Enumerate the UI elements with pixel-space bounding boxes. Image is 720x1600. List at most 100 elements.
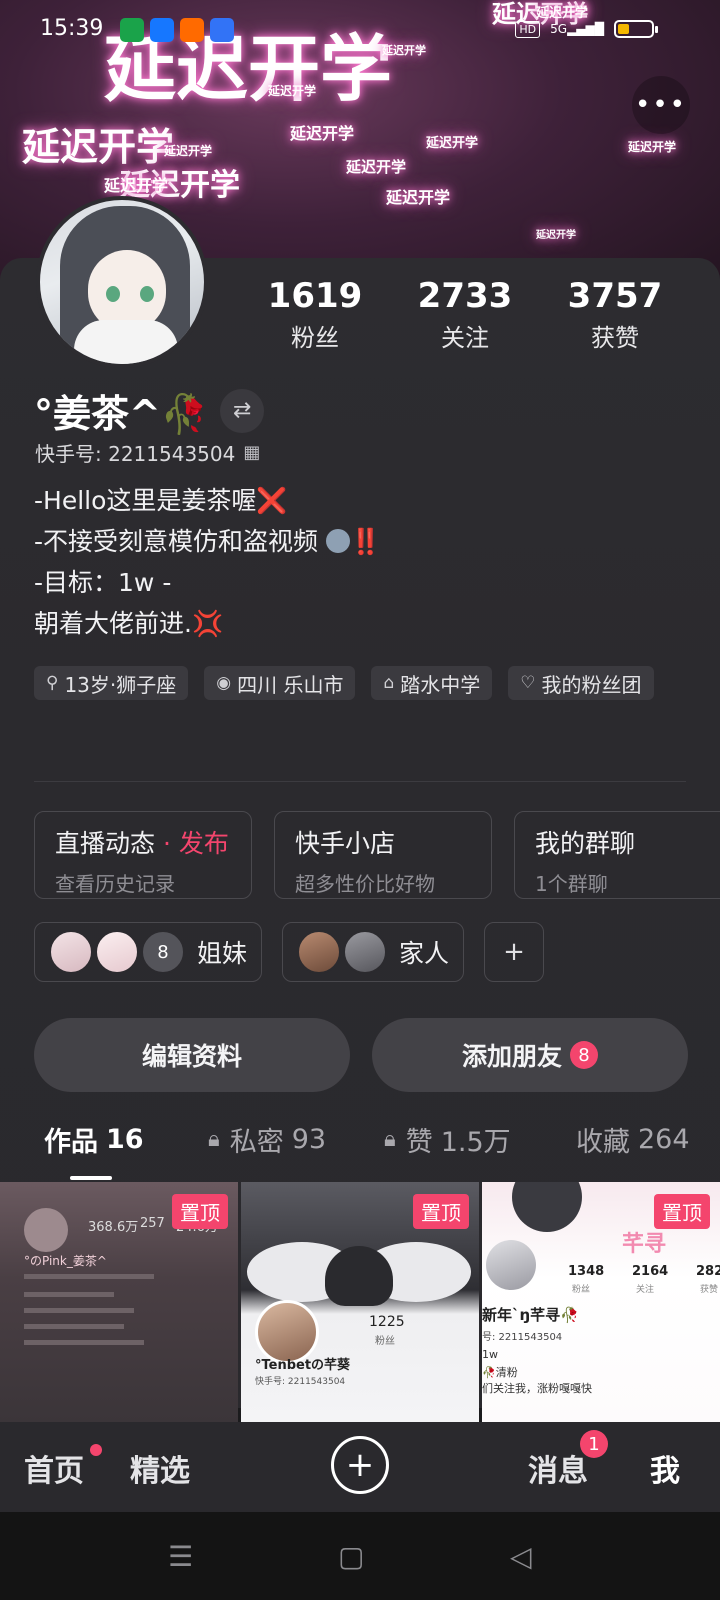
double-exclamation-icon: ‼️	[349, 527, 382, 556]
stat-likes[interactable]: 3757 获赞	[540, 276, 690, 353]
nav-featured[interactable]: 精选	[130, 1446, 190, 1490]
tab-liked[interactable]: 🔒︎ 赞 1.5万	[384, 1120, 511, 1159]
edit-profile-button[interactable]: 编辑资料	[34, 1018, 350, 1092]
alipay-icon	[150, 18, 174, 42]
name-row: °姜茶^🥀 ⇄	[34, 383, 265, 438]
feature-title: 直播动态	[55, 829, 156, 858]
friend-request-badge: 8	[570, 1041, 598, 1069]
banner-text: 延迟开学	[426, 136, 479, 151]
group-chat-card[interactable]: 我的群聊 1个群聊	[514, 811, 720, 899]
location-pin-icon: ◉	[216, 673, 232, 693]
profile-name: °姜茶^🥀	[34, 392, 209, 436]
status-bar: 15:39 HD 5G▂▄▆█	[0, 0, 720, 64]
fan-club-icon: ♡	[520, 673, 536, 693]
tab-private[interactable]: 🔒︎ 私密 93	[208, 1120, 326, 1159]
stat-value: 2733	[417, 276, 513, 316]
feature-title: 我的群聊	[535, 829, 636, 858]
anger-emoji-icon: 💢	[191, 609, 224, 638]
switch-account-icon[interactable]: ⇄	[220, 388, 265, 433]
live-moments-card[interactable]: 直播动态 · 发布 查看历史记录	[34, 811, 252, 899]
kuaishou-icon	[180, 18, 204, 42]
app-notification-icon	[120, 18, 144, 42]
avatar	[95, 930, 139, 974]
avatar[interactable]	[36, 196, 208, 368]
pinned-badge: 置顶	[413, 1194, 469, 1229]
video-thumbnail[interactable]: 368.6万 257 24.6万 °のPink_姜茶^ 置顶	[0, 1182, 238, 1422]
tab-favorites[interactable]: 收藏 264	[576, 1120, 690, 1159]
kuaishou-id: 快手号: 2211543504	[35, 442, 236, 466]
video-thumbnail[interactable]: 芊寻 1348 2164 282 粉丝 关注 获赞 新年`ŋ芊寻🥀 号: 221…	[482, 1182, 720, 1422]
bio-line: -不接受刻意模仿和盗视频 ‼️	[34, 527, 382, 556]
avatar	[343, 930, 387, 974]
content-tabs: 作品 16 🔒︎ 私密 93 🔒︎ 赞 1.5万 收藏 264	[0, 1120, 720, 1180]
stat-label: 粉丝	[291, 324, 339, 352]
stat-value: 1619	[267, 276, 363, 316]
pinned-badge: 置顶	[172, 1194, 228, 1229]
banner-text: 延迟开学	[536, 230, 576, 241]
banner-text: 延迟开学	[346, 158, 407, 176]
avatar-eye	[140, 286, 154, 302]
tag-location[interactable]: ◉ 四川 乐山市	[204, 666, 356, 700]
system-status: HD 5G▂▄▆█	[515, 20, 658, 38]
avatar-eye	[106, 286, 120, 302]
home-notification-dot	[90, 1444, 102, 1456]
avatar: 8	[141, 930, 185, 974]
battery-icon	[614, 20, 658, 38]
avatar-body	[74, 320, 178, 364]
baidu-icon	[210, 18, 234, 42]
stat-fans[interactable]: 1619 粉丝	[240, 276, 390, 353]
search-icon: ⚲	[46, 673, 59, 693]
cross-emoji-icon: ❌	[256, 486, 288, 515]
profile-bio: -Hello这里是姜茶喔❌ -不接受刻意模仿和盗视频 ‼️ -目标：1w - 朝…	[34, 480, 381, 644]
menu-icon[interactable]: ☰	[168, 1540, 193, 1573]
banner-text: 延迟开学	[164, 144, 213, 158]
stat-label: 关注	[441, 324, 489, 352]
pinned-badge: 置顶	[654, 1194, 710, 1229]
notification-icons	[120, 18, 234, 42]
nav-home[interactable]: 首页	[24, 1446, 84, 1490]
profile-tags: ⚲ 13岁·狮子座 ◉ 四川 乐山市 ⌂ 踏水中学 ♡ 我的粉丝团	[34, 666, 694, 700]
bio-line: -目标：1w -	[34, 568, 172, 597]
add-friend-button[interactable]: 添加朋友 8	[372, 1018, 688, 1092]
signal-icon: 5G▂▄▆█	[550, 22, 604, 36]
kuaishou-shop-card[interactable]: 快手小店 超多性价比好物	[274, 811, 492, 899]
add-group-button[interactable]: +	[484, 922, 544, 982]
banner-text: 延迟开学	[268, 84, 317, 98]
publish-link[interactable]: · 发布	[155, 829, 229, 858]
banner-text: 延迟开学	[104, 176, 169, 195]
group-label: 家人	[399, 939, 450, 968]
thumb-character	[512, 1182, 582, 1232]
back-icon[interactable]: ◁	[510, 1540, 532, 1573]
lock-icon: 🔒︎	[208, 1127, 220, 1152]
tab-works[interactable]: 作品 16	[44, 1120, 144, 1159]
battery-level	[618, 24, 629, 34]
avatar	[297, 930, 341, 974]
nav-messages[interactable]: 消息	[528, 1446, 588, 1490]
kuromi-graphic	[325, 1246, 393, 1306]
friend-groups: 8 姐妹 家人 +	[34, 922, 544, 982]
group-family[interactable]: 家人	[282, 922, 464, 982]
graduation-cap-icon: ⌂	[383, 673, 395, 693]
create-button[interactable]: +	[331, 1436, 389, 1494]
active-tab-indicator	[70, 1176, 112, 1180]
bio-line: -Hello这里是姜茶喔❌	[34, 486, 288, 515]
moon-face-emoji-icon	[325, 529, 350, 553]
kuaishou-id-row[interactable]: 快手号: 2211543504 ▦	[35, 438, 260, 467]
tag-fan-club[interactable]: ♡ 我的粉丝团	[508, 666, 654, 700]
video-thumbnail[interactable]: 1225 粉丝 °Tenbetの芊葵 快手号: 2211543504 置顶	[241, 1182, 479, 1422]
tag-age[interactable]: ⚲ 13岁·狮子座	[34, 666, 189, 700]
feature-subtitle: 查看历史记录	[55, 872, 175, 896]
bottom-navigation: 首页 精选 + 消息 1 我	[0, 1422, 720, 1512]
group-label: 姐妹	[197, 939, 248, 968]
nav-me[interactable]: 我	[650, 1446, 680, 1490]
more-options-button[interactable]: •••	[632, 76, 690, 134]
group-sisters[interactable]: 8 姐妹	[34, 922, 262, 982]
qr-code-icon[interactable]: ▦	[243, 442, 260, 463]
divider	[34, 781, 686, 782]
profile-actions: 编辑资料 添加朋友 8	[34, 1018, 688, 1092]
tag-school[interactable]: ⌂ 踏水中学	[371, 666, 493, 700]
home-square-icon[interactable]: ▢	[338, 1540, 364, 1573]
stat-following[interactable]: 2733 关注	[390, 276, 540, 353]
bio-line: 朝着大佬前进.💢	[34, 609, 224, 638]
banner-text: 延迟开学	[628, 140, 677, 154]
